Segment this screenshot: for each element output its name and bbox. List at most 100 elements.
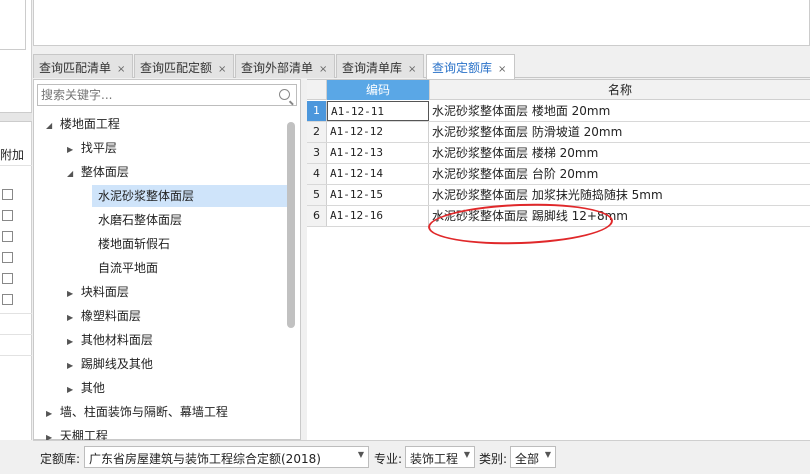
- major-label: 专业:: [374, 452, 403, 466]
- tree-node-block-surface[interactable]: ▶ 块料面层: [67, 281, 129, 303]
- quota-library-select[interactable]: 广东省房屋建筑与装饰工程综合定额(2018) ▼: [84, 446, 369, 468]
- tree-node-wall-column-decoration[interactable]: ▶ 墙、柱面装饰与隔断、幕墙工程: [46, 401, 228, 423]
- tree-node-label: 墙、柱面装饰与隔断、幕墙工程: [59, 405, 228, 419]
- row-code-cell[interactable]: A1-12-12: [327, 122, 429, 142]
- dropdown-arrow-icon: ▼: [544, 450, 551, 459]
- tab-list-library[interactable]: 查询清单库 ×: [336, 54, 424, 78]
- tree-node-leveling-layer[interactable]: ▶ 找平层: [67, 137, 117, 159]
- tab-label: 查询匹配定额: [140, 61, 213, 75]
- tree-node-label: 自流平地面: [98, 261, 159, 275]
- row-number: 1: [307, 101, 327, 121]
- row-name-cell[interactable]: 水泥砂浆整体面层 防滑坡道 20mm: [429, 122, 810, 142]
- row-code-cell[interactable]: A1-12-16: [327, 206, 429, 226]
- left-side-panel: 附加: [0, 0, 32, 440]
- expand-arrow-icon[interactable]: ▶: [67, 139, 77, 161]
- table-row[interactable]: 2 A1-12-12 水泥砂浆整体面层 防滑坡道 20mm: [307, 122, 810, 143]
- tab-label: 查询清单库: [342, 61, 403, 75]
- quota-tree-panel: ◢ 楼地面工程 ▶ 找平层 ◢ 整体面层 水泥砂浆整体面层 水磨石整体面层 楼地…: [33, 79, 301, 440]
- row-name-cell[interactable]: 水泥砂浆整体面层 台阶 20mm: [429, 164, 810, 184]
- major-select[interactable]: 装饰工程 ▼: [405, 446, 475, 468]
- close-icon[interactable]: ×: [117, 64, 125, 75]
- tree-scrollbar[interactable]: [287, 122, 295, 328]
- tree-node-dressed-stone[interactable]: 楼地面斩假石: [98, 233, 170, 255]
- expand-arrow-icon[interactable]: ▶: [67, 307, 77, 329]
- grid-header-name[interactable]: 名称: [429, 80, 810, 100]
- row-code-cell[interactable]: A1-12-14: [327, 164, 429, 184]
- table-row[interactable]: 1 A1-12-11 水泥砂浆整体面层 楼地面 20mm: [307, 101, 810, 122]
- grid-header-code[interactable]: 编码: [327, 80, 429, 100]
- tree-node-cement-mortar-surface[interactable]: 水泥砂浆整体面层: [92, 185, 288, 207]
- row-checkbox[interactable]: [2, 252, 13, 263]
- dropdown-arrow-icon: ▼: [463, 450, 470, 459]
- quota-tree: ◢ 楼地面工程 ▶ 找平层 ◢ 整体面层 水泥砂浆整体面层 水磨石整体面层 楼地…: [34, 110, 290, 440]
- tree-node-label: 其他材料面层: [80, 333, 153, 347]
- row-checkbox[interactable]: [2, 189, 13, 200]
- quota-library-value: 广东省房屋建筑与装饰工程综合定额(2018): [89, 452, 321, 466]
- row-divider: [0, 165, 32, 166]
- row-code-cell[interactable]: A1-12-15: [327, 185, 429, 205]
- close-icon[interactable]: ×: [218, 64, 226, 75]
- row-number: 4: [307, 164, 327, 184]
- table-row[interactable]: 4 A1-12-14 水泥砂浆整体面层 台阶 20mm: [307, 164, 810, 185]
- search-icon[interactable]: [279, 89, 290, 100]
- row-checkbox[interactable]: [2, 210, 13, 221]
- tree-node-terrazzo-surface[interactable]: 水磨石整体面层: [98, 209, 182, 231]
- category-label: 类别:: [479, 452, 508, 466]
- tab-match-quota[interactable]: 查询匹配定额 ×: [134, 54, 234, 78]
- expand-arrow-icon[interactable]: ▶: [46, 403, 56, 425]
- tree-node-ceiling-engineering[interactable]: ▶ 天棚工程: [46, 425, 108, 440]
- row-code-cell[interactable]: A1-12-13: [327, 143, 429, 163]
- row-number: 2: [307, 122, 327, 142]
- tab-label: 查询定额库: [432, 61, 493, 75]
- row-name-cell[interactable]: 水泥砂浆整体面层 楼地面 20mm: [429, 101, 810, 121]
- close-icon[interactable]: ×: [319, 64, 327, 75]
- expand-arrow-icon[interactable]: ▶: [46, 427, 56, 440]
- tree-node-self-leveling[interactable]: 自流平地面: [98, 257, 158, 279]
- quota-library-label: 定额库:: [40, 452, 81, 466]
- tab-quota-library[interactable]: 查询定额库 ×: [426, 54, 515, 79]
- row-number: 5: [307, 185, 327, 205]
- row-checkbox[interactable]: [2, 294, 13, 305]
- tree-node-label: 整体面层: [80, 165, 129, 179]
- major-value: 装饰工程: [410, 452, 459, 466]
- tree-node-label: 水泥砂浆整体面层: [98, 189, 195, 203]
- close-icon[interactable]: ×: [408, 64, 416, 75]
- expand-arrow-icon[interactable]: ▶: [67, 355, 77, 377]
- row-checkbox[interactable]: [2, 231, 13, 242]
- row-divider: [0, 355, 32, 356]
- collapse-arrow-icon[interactable]: ◢: [46, 115, 56, 137]
- tree-node-label: 块料面层: [80, 285, 129, 299]
- tree-node-label: 其他: [80, 381, 105, 395]
- collapse-arrow-icon[interactable]: ◢: [67, 163, 77, 185]
- dropdown-arrow-icon: ▼: [357, 450, 364, 459]
- row-name-cell[interactable]: 水泥砂浆整体面层 加浆抹光随捣随抹 5mm: [429, 185, 810, 205]
- tree-node-label: 楼地面斩假石: [98, 237, 171, 251]
- attach-column-label: 附加: [0, 148, 25, 162]
- tree-node-integral-surface[interactable]: ◢ 整体面层: [67, 161, 129, 183]
- tab-match-list[interactable]: 查询匹配清单 ×: [33, 54, 133, 78]
- expand-arrow-icon[interactable]: ▶: [67, 283, 77, 305]
- search-box: [37, 84, 297, 106]
- tree-node-skirting-and-other[interactable]: ▶ 踢脚线及其他: [67, 353, 153, 375]
- row-divider: [0, 334, 32, 335]
- category-value: 全部: [515, 452, 540, 466]
- table-row[interactable]: 3 A1-12-13 水泥砂浆整体面层 楼梯 20mm: [307, 143, 810, 164]
- tab-external-list[interactable]: 查询外部清单 ×: [235, 54, 335, 78]
- tree-node-label: 找平层: [80, 141, 117, 155]
- tree-node-floor-engineering[interactable]: ◢ 楼地面工程: [46, 113, 120, 135]
- close-icon[interactable]: ×: [498, 64, 506, 75]
- table-row[interactable]: 5 A1-12-15 水泥砂浆整体面层 加浆抹光随捣随抹 5mm: [307, 185, 810, 206]
- search-input[interactable]: [38, 85, 268, 105]
- tree-node-label: 天棚工程: [59, 429, 108, 440]
- row-checkbox[interactable]: [2, 273, 13, 284]
- category-select[interactable]: 全部 ▼: [510, 446, 556, 468]
- tree-node-other-material-surface[interactable]: ▶ 其他材料面层: [67, 329, 153, 351]
- query-tab-bar: 查询匹配清单 × 查询匹配定额 × 查询外部清单 × 查询清单库 × 查询定额库 ×: [33, 54, 810, 79]
- tree-node-label: 踢脚线及其他: [80, 357, 153, 371]
- tree-node-rubber-plastic-surface[interactable]: ▶ 橡塑料面层: [67, 305, 141, 327]
- expand-arrow-icon[interactable]: ▶: [67, 379, 77, 401]
- row-name-cell[interactable]: 水泥砂浆整体面层 楼梯 20mm: [429, 143, 810, 163]
- row-code-cell[interactable]: A1-12-11: [327, 101, 429, 121]
- expand-arrow-icon[interactable]: ▶: [67, 331, 77, 353]
- tree-node-other[interactable]: ▶ 其他: [67, 377, 105, 399]
